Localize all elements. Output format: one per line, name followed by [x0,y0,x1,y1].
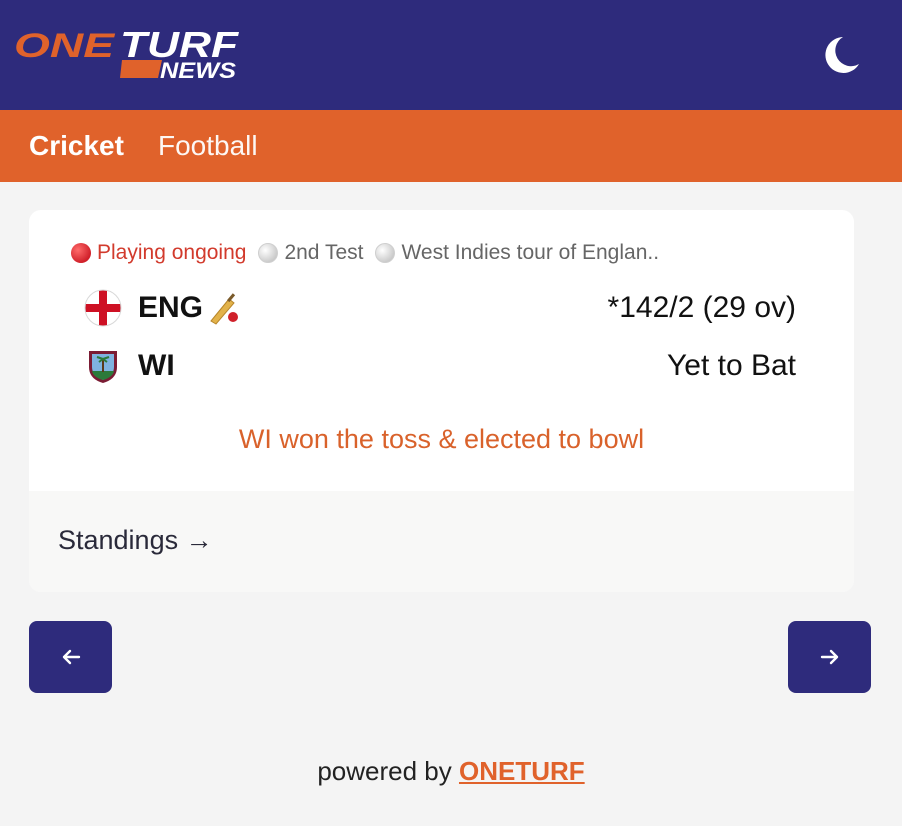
toss-result: WI won the toss & elected to bowl [238,424,645,454]
circle-icon [258,243,279,263]
live-dot-icon [71,243,91,263]
circle-icon [375,243,396,263]
team-score: Yet to Bat [667,349,796,382]
series-label: West Indies tour of Englan.. [401,241,660,264]
match-type-label: 2nd Test [284,241,364,264]
west-indies-flag-icon [89,351,117,383]
previous-match-button[interactable] [29,621,112,693]
app-header: ONE TURF NEWS [0,0,902,110]
cricket-bat-icon [210,293,239,325]
powered-by-label: powered by [317,756,452,786]
logo-text-one: ONE [14,27,116,65]
sport-nav: Cricket Football [0,110,902,182]
match-meta: Playing ongoing 2nd Test West Indies tou… [71,240,671,266]
arrow-right-icon [820,649,838,665]
team-row-wi: WI Yet to Bat [84,346,796,386]
footer: powered by ONETURF [0,756,902,787]
standings-link[interactable]: Standings → [58,525,213,556]
team-name: ENG [138,291,204,324]
tab-cricket[interactable]: Cricket [29,128,124,164]
match-type: 2nd Test [258,241,363,265]
oneturf-link[interactable]: ONETURF [459,756,585,786]
team-score: *142/2 (29 ov) [607,291,796,324]
arrow-left-icon [62,649,80,665]
standings-bar: Standings → [29,491,854,592]
match-card[interactable]: Playing ongoing 2nd Test West Indies tou… [29,210,854,592]
moon-icon [825,37,859,73]
theme-toggle-button[interactable] [815,30,865,80]
next-match-button[interactable] [788,621,871,693]
team-row-eng: ENG *142/2 (29 ov) [84,288,796,328]
logo-text-news: NEWS [160,58,236,83]
status-label: Playing ongoing [97,241,247,264]
series-name: West Indies tour of Englan.. [375,241,659,265]
oneturf-news-logo[interactable]: ONE TURF NEWS [12,24,242,84]
status-badge: Playing ongoing [71,241,246,265]
tab-football[interactable]: Football [158,128,258,164]
team-name: WI [138,349,175,382]
england-flag-icon [84,289,122,327]
